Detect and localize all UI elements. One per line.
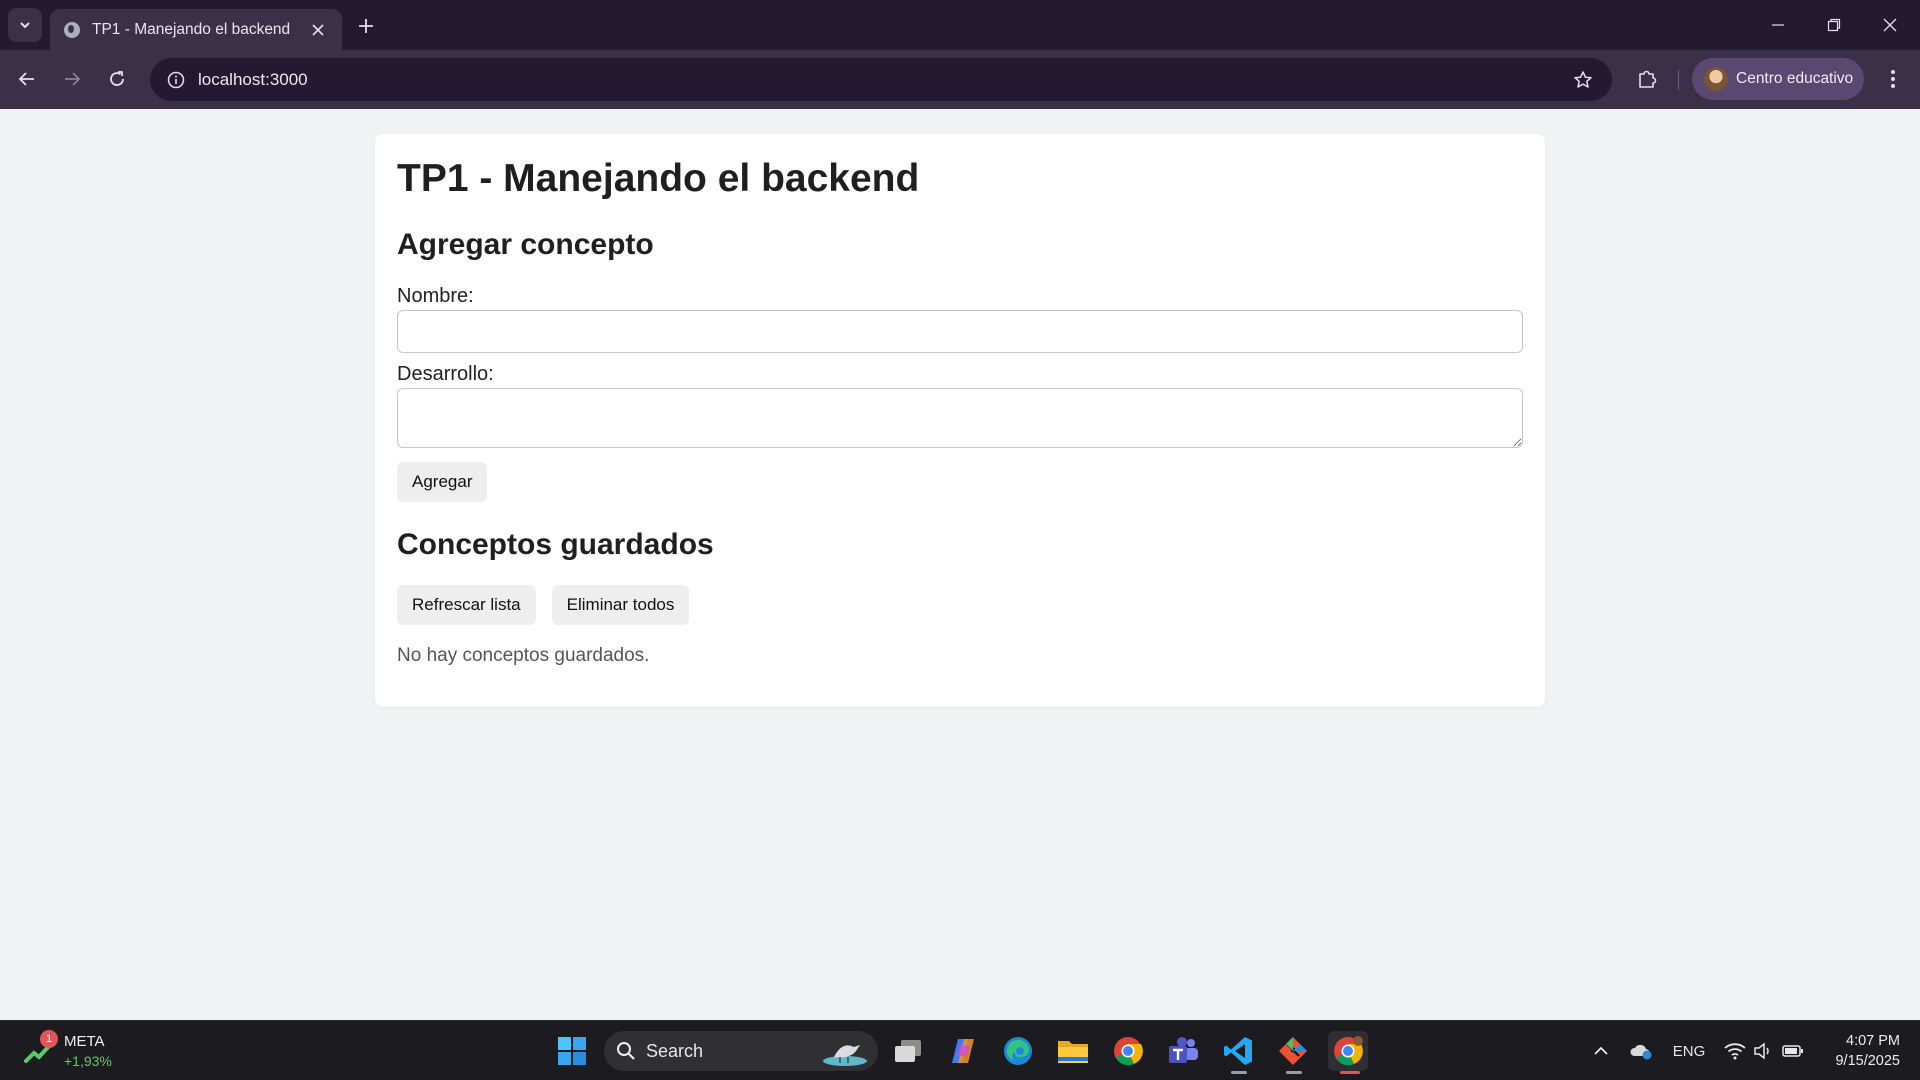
taskbar-copilot[interactable] [943, 1031, 983, 1071]
reload-button[interactable] [100, 62, 134, 96]
task-view-icon [895, 1040, 921, 1062]
copilot-icon [952, 1039, 974, 1063]
url-text: localhost:3000 [198, 69, 308, 89]
taskbar-task-view[interactable] [888, 1031, 928, 1071]
teams-icon [1169, 1037, 1198, 1063]
tab-title: TP1 - Manejando el backend [92, 20, 291, 38]
avatar [1704, 67, 1728, 91]
edge-icon [1004, 1037, 1032, 1065]
browser-tabstrip: TP1 - Manejando el backend [0, 0, 1920, 50]
system-clock[interactable]: 4:07 PM 9/15/2025 [1810, 1031, 1900, 1071]
taskbar-git[interactable] [1273, 1031, 1313, 1071]
tab-close-button[interactable] [308, 20, 328, 40]
battery-tray[interactable] [1778, 1021, 1808, 1080]
extensions-button[interactable] [1630, 62, 1664, 96]
search-label: Search [646, 1040, 704, 1061]
search-icon [617, 1042, 635, 1060]
description-label: Desarrollo: [397, 362, 494, 385]
main-card: TP1 - Manejando el backend Agregar conce… [375, 134, 1545, 707]
browser-menu-button[interactable] [1876, 62, 1910, 96]
taskbar-chrome[interactable] [1108, 1031, 1148, 1071]
vscode-running-indicator [1231, 1071, 1247, 1074]
volume-tray[interactable] [1748, 1021, 1778, 1080]
stock-name: META [64, 1033, 105, 1050]
battery-icon [1782, 1045, 1803, 1057]
stock-change: +1,93% [64, 1053, 112, 1069]
delete-all-button[interactable]: Eliminar todos [551, 584, 690, 625]
address-bar[interactable]: localhost:3000 [150, 58, 1612, 101]
start-button[interactable] [552, 1031, 592, 1071]
wifi-tray[interactable] [1720, 1021, 1750, 1080]
taskbar-chrome-profile[interactable] [1328, 1031, 1368, 1071]
plus-icon [359, 19, 373, 33]
kebab-menu-icon [1891, 70, 1895, 88]
close-icon [1883, 18, 1897, 32]
taskbar-search[interactable]: Search [604, 1031, 878, 1071]
profile-button[interactable]: Centro educativo [1692, 58, 1864, 100]
chrome-active-indicator [1340, 1071, 1360, 1074]
clock-date: 9/15/2025 [1835, 1053, 1900, 1069]
git-running-indicator [1286, 1071, 1302, 1074]
taskbar-edge[interactable] [998, 1031, 1038, 1071]
chrome-icon [1334, 1036, 1363, 1066]
info-icon [167, 71, 185, 88]
add-button[interactable]: Agregar [397, 461, 488, 502]
taskbar-vscode[interactable] [1218, 1031, 1258, 1071]
taskbar: 1 META +1,93% Search ENG 4:07 PM 9/15/20… [0, 1020, 1920, 1080]
volume-icon [1754, 1042, 1769, 1060]
wifi-icon [1724, 1043, 1746, 1060]
browser-toolbar: localhost:3000 Centro educativo [0, 50, 1920, 109]
globe-icon [64, 21, 80, 38]
saved-section-title: Conceptos guardados [397, 527, 714, 561]
restore-button[interactable] [1806, 0, 1862, 50]
close-window-button[interactable] [1862, 0, 1918, 50]
back-icon [18, 72, 34, 86]
close-icon [312, 23, 324, 36]
page-title: TP1 - Manejando el backend [397, 157, 920, 200]
vscode-icon [1224, 1037, 1252, 1065]
add-section-title: Agregar concepto [397, 227, 654, 261]
language-indicator[interactable]: ENG [1666, 1021, 1712, 1080]
onedrive-tray[interactable] [1626, 1021, 1656, 1080]
stock-widget[interactable]: 1 META +1,93% [24, 1029, 134, 1073]
list-actions: Refrescar lista Eliminar todos [397, 584, 1523, 625]
file-explorer-icon [1058, 1041, 1088, 1063]
toolbar-separator [1678, 70, 1679, 90]
chrome-icon [1114, 1037, 1143, 1066]
chevron-up-icon [1594, 1046, 1608, 1055]
empty-list-message: No hay conceptos guardados. [397, 644, 650, 666]
taskbar-teams[interactable] [1163, 1031, 1203, 1071]
onedrive-icon [1630, 1044, 1652, 1060]
extensions-icon [1639, 70, 1657, 88]
new-tab-button[interactable] [352, 12, 380, 40]
star-icon [1574, 71, 1592, 88]
windows-start-icon [558, 1037, 586, 1065]
name-label: Nombre: [397, 284, 474, 307]
notification-badge: 1 [40, 1030, 58, 1048]
search-highlight-image [823, 1045, 867, 1066]
git-icon [1279, 1037, 1307, 1065]
tab-search-icon [20, 22, 30, 29]
description-textarea[interactable] [397, 387, 1523, 448]
clock-time: 4:07 PM [1846, 1033, 1900, 1049]
forward-button[interactable] [55, 62, 89, 96]
restore-icon [1827, 18, 1841, 32]
back-button[interactable] [10, 62, 44, 96]
bookmark-star-button[interactable] [1572, 69, 1594, 91]
name-input[interactable] [397, 309, 1523, 353]
forward-icon [65, 72, 81, 86]
taskbar-file-explorer[interactable] [1053, 1031, 1093, 1071]
tab-search-button[interactable] [8, 8, 42, 42]
show-hidden-icons-button[interactable] [1586, 1021, 1616, 1080]
reload-icon [110, 71, 124, 86]
site-info-button[interactable] [154, 58, 198, 101]
minimize-icon [1772, 24, 1784, 26]
minimize-button[interactable] [1750, 0, 1806, 50]
browser-tab-active[interactable]: TP1 - Manejando el backend [50, 9, 342, 50]
profile-name: Centro educativo [1736, 70, 1854, 87]
refresh-list-button[interactable]: Refrescar lista [397, 584, 536, 625]
